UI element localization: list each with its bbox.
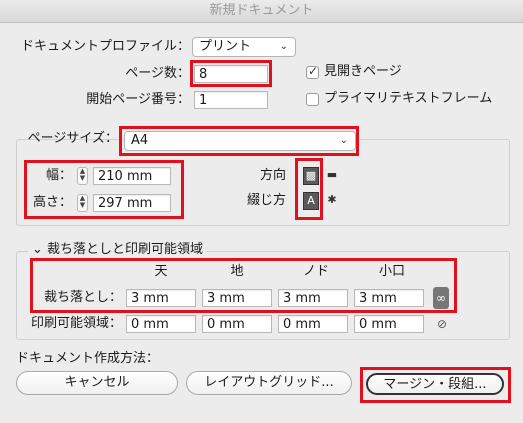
layout-grid-button[interactable]: レイアウトグリッド... bbox=[186, 371, 352, 395]
page-size-highlight bbox=[119, 126, 359, 156]
chevron-down-icon: ⌄ bbox=[32, 242, 48, 257]
profile-select[interactable]: プリント ⌄ bbox=[192, 37, 296, 57]
facing-pages-checkbox[interactable] bbox=[306, 64, 319, 79]
orientation-label: 方向 bbox=[259, 168, 286, 183]
start-page-input[interactable]: 1 bbox=[194, 91, 268, 109]
binding-label: 綴じ方 bbox=[246, 193, 286, 208]
landscape-icon[interactable]: ▬ bbox=[324, 167, 340, 185]
profile-value: プリント bbox=[199, 39, 252, 54]
right-to-left-binding-icon[interactable]: ✱ bbox=[324, 192, 340, 210]
facing-pages-label: 見開きページ bbox=[324, 64, 402, 79]
slug-outside-input[interactable]: 0 mm bbox=[354, 315, 424, 333]
slug-label: 印刷可能領域： bbox=[30, 316, 122, 331]
bleed-highlight bbox=[30, 258, 457, 313]
create-method-label: ドキュメント作成方法： bbox=[16, 351, 160, 366]
slug-inside-input[interactable]: 0 mm bbox=[278, 315, 348, 333]
window-title: 新規ドキュメント bbox=[209, 3, 314, 18]
slug-top-input[interactable]: 0 mm bbox=[126, 315, 196, 333]
page-size-label: ページサイズ： bbox=[27, 131, 118, 146]
primary-text-frame-label: プライマリテキストフレーム bbox=[324, 91, 493, 106]
title-bar: 新規ドキュメント bbox=[0, 0, 523, 23]
bleed-slug-title-text: 裁ち落としと印刷可能領域 bbox=[47, 242, 204, 257]
pages-label: ページ数： bbox=[125, 66, 190, 81]
size-fields-highlight bbox=[24, 160, 184, 219]
bleed-slug-title[interactable]: ⌄ 裁ち落としと印刷可能領域 bbox=[28, 240, 208, 260]
orientation-highlight bbox=[295, 158, 323, 220]
profile-label: ドキュメントプロファイル： bbox=[20, 39, 190, 54]
unlink-icon[interactable]: ⊘ bbox=[435, 314, 449, 334]
cancel-button[interactable]: キャンセル bbox=[16, 371, 178, 395]
margins-button-highlight bbox=[360, 367, 511, 403]
pages-highlight bbox=[190, 60, 272, 87]
start-page-label: 開始ページ番号： bbox=[86, 92, 190, 107]
slug-bottom-input[interactable]: 0 mm bbox=[202, 315, 272, 333]
chevron-down-icon: ⌄ bbox=[279, 41, 288, 52]
primary-text-frame-checkbox[interactable] bbox=[306, 93, 319, 106]
